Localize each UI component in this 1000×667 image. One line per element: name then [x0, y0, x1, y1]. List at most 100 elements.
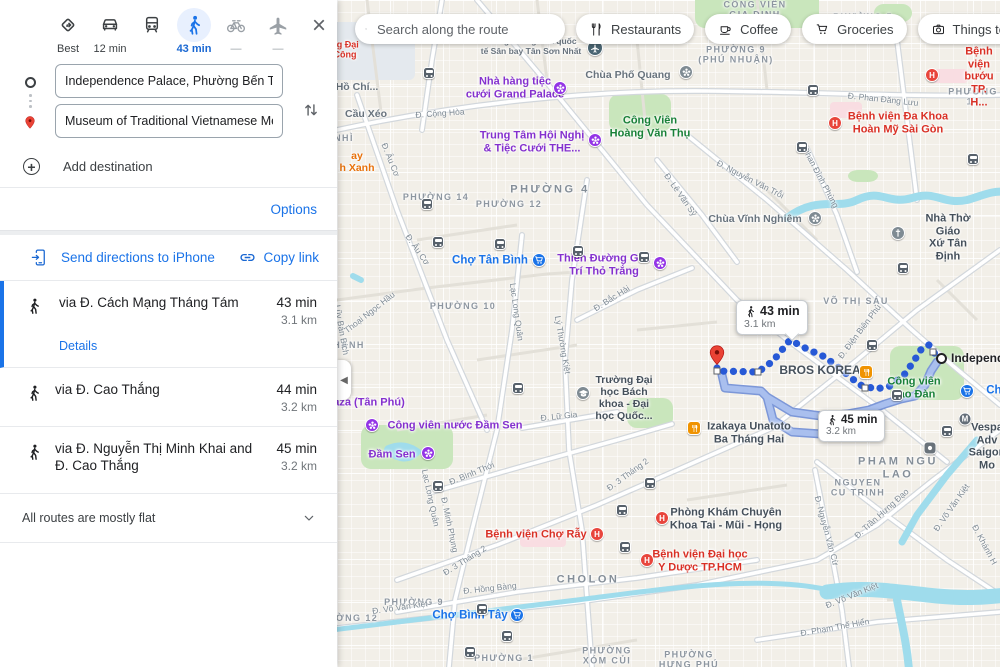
copy-link-label: Copy link [263, 250, 319, 265]
route-option-2[interactable]: via Đ. Cao Thắng 44 min 3.2 km [0, 368, 337, 427]
attraction-icon [421, 446, 435, 460]
route-title: via Đ. Cao Thắng [55, 382, 160, 399]
route-duration: 43 min [276, 295, 317, 310]
add-destination-row[interactable]: + Add destination [0, 144, 337, 188]
waypoint-rail [22, 72, 38, 137]
map-base-layer [337, 0, 1000, 667]
chip-label: Restaurants [611, 22, 681, 37]
mode-label: 43 min [177, 43, 212, 56]
attraction-icon [588, 133, 602, 147]
walk-icon [177, 8, 211, 42]
chevron-down-icon [301, 510, 317, 526]
route-details-link[interactable]: Details [59, 339, 97, 353]
routes-flat-note-row[interactable]: All routes are mostly flat [0, 494, 337, 543]
route-distance: 3.1 km [276, 313, 317, 327]
bus-stop-icon [464, 646, 476, 658]
hospital-icon: H [655, 511, 669, 525]
bus-stop-icon [432, 480, 444, 492]
route-option-3[interactable]: via Đ. Nguyễn Thị Minh Khai and Đ. Cao T… [0, 427, 337, 494]
walk-icon [25, 297, 43, 315]
walk-icon [25, 384, 43, 402]
alt-route-duration-label[interactable]: 45 min 3.2 km [818, 410, 885, 442]
hospital-icon: H [828, 116, 842, 130]
send-directions-row: Send directions to iPhone Copy link [0, 235, 337, 281]
chip-restaurants[interactable]: Restaurants [576, 14, 694, 44]
bus-stop-icon [897, 262, 909, 274]
flat-note-label: All routes are mostly flat [22, 511, 155, 525]
bus-stop-icon [891, 389, 903, 401]
search-icon [365, 21, 367, 37]
options-link[interactable]: Options [270, 202, 317, 217]
restaurant-icon [687, 421, 701, 435]
mode-walk-button[interactable]: 43 min [174, 8, 214, 56]
market-icon [510, 608, 524, 622]
origin-marker-label: Independence [951, 351, 1000, 365]
car-icon [93, 8, 127, 42]
restaurants-icon [589, 22, 604, 37]
directions-diamond-icon [51, 8, 85, 42]
transit-icon [135, 8, 169, 42]
map-canvas[interactable]: CÔNG VIÊN GIA ĐỊNHPHƯỜNG 9 (PHÚ NHUẬN)PH… [337, 0, 1000, 667]
bike-icon [219, 8, 253, 42]
bus-stop-icon [616, 504, 628, 516]
shop-icon [924, 442, 937, 455]
collapse-panel-button[interactable]: ◀ [337, 360, 351, 400]
hospital-icon: H [925, 68, 939, 82]
waypoint-dots-icon [29, 94, 31, 108]
bus-stop-icon [423, 67, 435, 79]
send-directions-link[interactable]: Send directions to iPhone [61, 250, 215, 265]
mode-bike-button[interactable]: — [216, 8, 256, 56]
walk-icon [744, 305, 757, 318]
plane-icon [261, 8, 295, 42]
chip-coffee[interactable]: Coffee [705, 14, 791, 44]
mode-label: — [231, 43, 242, 56]
search-input[interactable] [375, 21, 555, 38]
attraction-icon [553, 81, 567, 95]
pagoda-icon [808, 211, 822, 225]
copy-link-button[interactable]: Copy link [239, 249, 319, 266]
swap-waypoints-button[interactable] [299, 98, 323, 125]
search-along-route[interactable] [355, 14, 565, 44]
waypoints-section [0, 58, 337, 144]
bus-stop-icon [807, 84, 819, 96]
bus-stop-icon [866, 339, 878, 351]
coffee-icon [718, 22, 733, 37]
groceries-icon [815, 22, 830, 37]
travel-mode-bar: Best 12 min 43 min — — × [0, 0, 337, 58]
add-destination-label: Add destination [63, 159, 153, 174]
route-callout-distance: 3.1 km [744, 318, 800, 330]
mode-best-button[interactable]: Best [48, 8, 88, 56]
restaurant-icon [859, 365, 873, 379]
chip-groceries[interactable]: Groceries [802, 14, 906, 44]
close-directions-button[interactable]: × [308, 14, 330, 38]
destination-input[interactable] [55, 104, 283, 138]
walk-icon [25, 443, 43, 461]
chip-things-to-do[interactable]: Things to do [918, 14, 1000, 44]
things-to-do-icon [931, 22, 946, 37]
mode-label: Best [57, 43, 79, 56]
destination-pin[interactable] [706, 343, 728, 369]
bus-stop-icon [501, 630, 513, 642]
origin-input[interactable] [55, 64, 283, 98]
mode-flight-button[interactable]: — [258, 8, 298, 56]
route-duration-callout[interactable]: 43 min 3.1 km [736, 300, 808, 335]
attraction-icon [365, 418, 379, 432]
bus-stop-icon [494, 238, 506, 250]
walk-icon [826, 414, 838, 426]
chip-label: Groceries [837, 22, 893, 37]
route-title: via Đ. Cách Mạng Tháng Tám [59, 295, 239, 312]
bus-stop-icon [421, 198, 433, 210]
bus-stop-icon [967, 153, 979, 165]
bus-stop-icon [941, 425, 953, 437]
bus-stop-icon [432, 236, 444, 248]
mode-drive-button[interactable]: 12 min [90, 8, 130, 56]
origin-marker[interactable] [936, 353, 947, 364]
chip-label: Coffee [740, 22, 778, 37]
route-option-1[interactable]: via Đ. Cách Mạng Tháng Tám 43 min 3.1 km… [0, 281, 337, 368]
market-icon [532, 253, 546, 267]
alt-route-time: 45 min [841, 414, 877, 426]
origin-circle-icon [25, 77, 36, 88]
mode-transit-button[interactable] [132, 8, 172, 56]
metro-icon: M [959, 413, 972, 426]
bus-stop-icon [638, 251, 650, 263]
